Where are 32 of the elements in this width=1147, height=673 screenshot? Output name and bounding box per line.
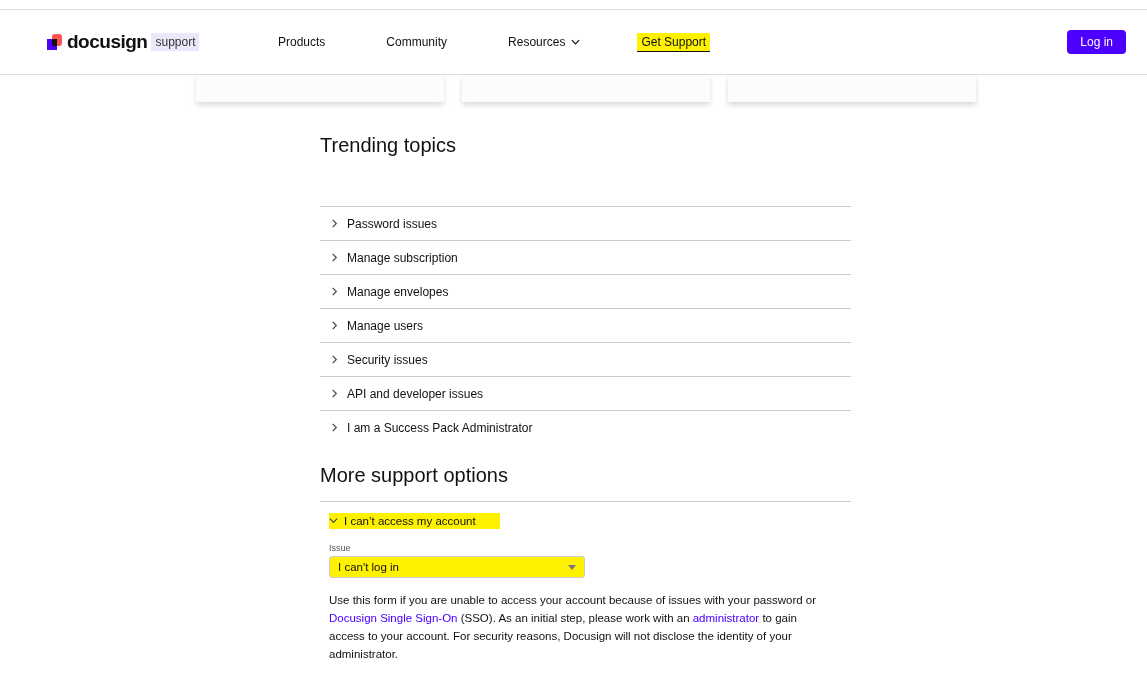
- logo-icon: [47, 34, 63, 50]
- description-paragraph: Use this form if you are unable to access your account because of issues with your password or Docusign Single Sign-On (SSO). As an initial step, please work with an administrator to gain access to your account. For security reasons, Docusign will not disclose the identity of your administrator.: [329, 593, 818, 662]
- accordion-item[interactable]: Manage users: [320, 308, 851, 342]
- field-label: Issue: [329, 543, 352, 553]
- support-badge: support: [151, 33, 200, 51]
- accordion-item[interactable]: Security issues: [320, 342, 851, 376]
- accordion-item[interactable]: I can’t access my account: [329, 512, 500, 529]
- accordion-item[interactable]: I am a Success Pack Administrator: [320, 410, 851, 444]
- chevron-right-icon: [330, 389, 339, 398]
- nav-link[interactable]: Get Support: [637, 32, 711, 52]
- section-heading: Trending topics: [320, 134, 457, 157]
- accordion-item[interactable]: Manage subscription: [320, 240, 851, 274]
- chevron-right-icon: [330, 423, 339, 432]
- chevron-right-icon: [330, 321, 339, 330]
- accordion-item[interactable]: API and developer issues: [320, 376, 851, 410]
- nav-link[interactable]: Community: [382, 33, 452, 51]
- text-link[interactable]: Docusign Single Sign-On: [329, 612, 458, 624]
- accordion-item[interactable]: Password issues: [320, 206, 851, 240]
- dropdown-caret-icon: [568, 564, 576, 570]
- chevron-right-icon: [330, 219, 339, 228]
- logo-wordmark: docusign: [67, 31, 148, 53]
- text-link[interactable]: administrator: [692, 612, 760, 624]
- chevron-down-icon: [329, 516, 338, 525]
- chevron-right-icon: [330, 355, 339, 364]
- login-button[interactable]: Log in: [1067, 30, 1126, 54]
- accordion-item[interactable]: Manage envelopes: [320, 274, 851, 308]
- nav-link[interactable]: Products: [274, 33, 330, 51]
- issue-select[interactable]: I can't log in: [329, 556, 585, 578]
- nav-link[interactable]: Resources: [504, 33, 585, 51]
- chevron-right-icon: [330, 287, 339, 296]
- chevron-right-icon: [330, 253, 339, 262]
- section-heading: More support options: [320, 464, 509, 487]
